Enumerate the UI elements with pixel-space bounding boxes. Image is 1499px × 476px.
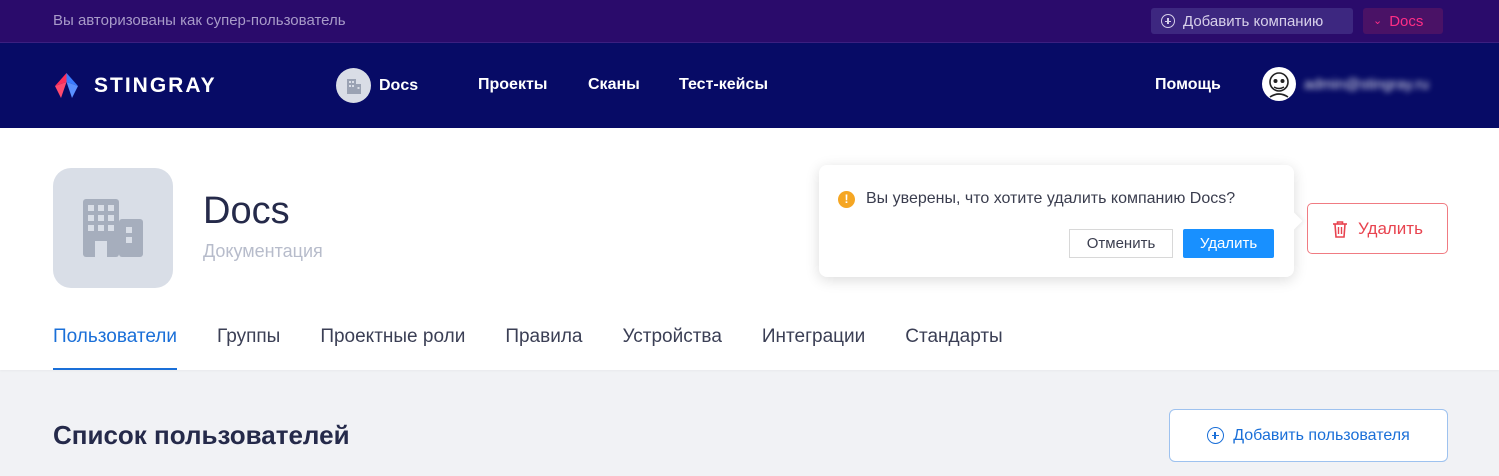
logo[interactable]: STINGRAY (53, 72, 217, 99)
logo-text: STINGRAY (94, 73, 217, 97)
company-logo (53, 168, 173, 288)
main-navbar: STINGRAY Docs Проекты Сканы Тест-кейсы П… (0, 43, 1499, 128)
chevron-down-icon: ⌄ (1373, 14, 1383, 27)
delete-company-label: Удалить (1358, 218, 1423, 238)
confirm-message-text: Вы уверены, что хотите удалить компанию … (866, 190, 1236, 207)
tab-integrations[interactable]: Интеграции (762, 324, 865, 370)
stingray-logo-icon (55, 73, 78, 98)
users-list-title: Список пользователей (53, 420, 350, 450)
company-description: Документация (203, 241, 323, 261)
exclamation-circle-icon: ! (838, 190, 855, 208)
tab-standards[interactable]: Стандарты (905, 324, 1002, 370)
nav-company[interactable]: Docs (336, 68, 418, 103)
company-switcher-label: Docs (1389, 12, 1424, 30)
confirm-message: ! Вы уверены, что хотите удалить компани… (838, 190, 1235, 208)
tab-users[interactable]: Пользователи (53, 324, 178, 370)
confirm-delete-button[interactable]: Удалить (1183, 229, 1274, 258)
plus-circle-icon (1207, 427, 1225, 444)
superuser-notice: Вы авторизованы как супер-пользователь (53, 12, 346, 29)
company-switcher[interactable]: ⌄ Docs (1363, 8, 1443, 34)
nav-link-projects[interactable]: Проекты (478, 76, 547, 94)
company-tabs: Пользователи Группы Проектные роли Прави… (53, 324, 1043, 370)
building-icon (83, 199, 143, 257)
delete-confirm-popover: ! Вы уверены, что хотите удалить компани… (819, 165, 1303, 277)
cancel-button[interactable]: Отменить (1069, 229, 1173, 258)
nav-company-name: Docs (379, 76, 419, 94)
add-company-button[interactable]: Добавить компанию (1151, 8, 1353, 34)
superuser-bar: Вы авторизованы как супер-пользователь Д… (0, 0, 1499, 43)
add-company-label: Добавить компанию (1183, 12, 1324, 30)
tab-project-roles[interactable]: Проектные роли (320, 324, 465, 370)
tab-groups[interactable]: Группы (217, 324, 280, 370)
user-menu[interactable]: admin@stingray.ru (1262, 67, 1429, 101)
tab-rules[interactable]: Правила (505, 324, 582, 370)
nav-link-help[interactable]: Помощь (1155, 76, 1221, 94)
avatar-icon (1262, 67, 1296, 101)
user-email: admin@stingray.ru (1304, 75, 1429, 93)
tab-devices[interactable]: Устройства (622, 324, 721, 370)
building-icon (336, 68, 371, 103)
plus-circle-icon (1161, 14, 1175, 28)
nav-link-scans[interactable]: Сканы (588, 76, 640, 94)
delete-company-button[interactable]: Удалить (1307, 203, 1448, 254)
add-user-label: Добавить пользователя (1233, 426, 1410, 444)
add-user-button[interactable]: Добавить пользователя (1169, 409, 1448, 462)
trash-icon (1333, 220, 1348, 238)
nav-link-test-cases[interactable]: Тест-кейсы (679, 76, 768, 94)
company-title: Docs (203, 190, 290, 232)
